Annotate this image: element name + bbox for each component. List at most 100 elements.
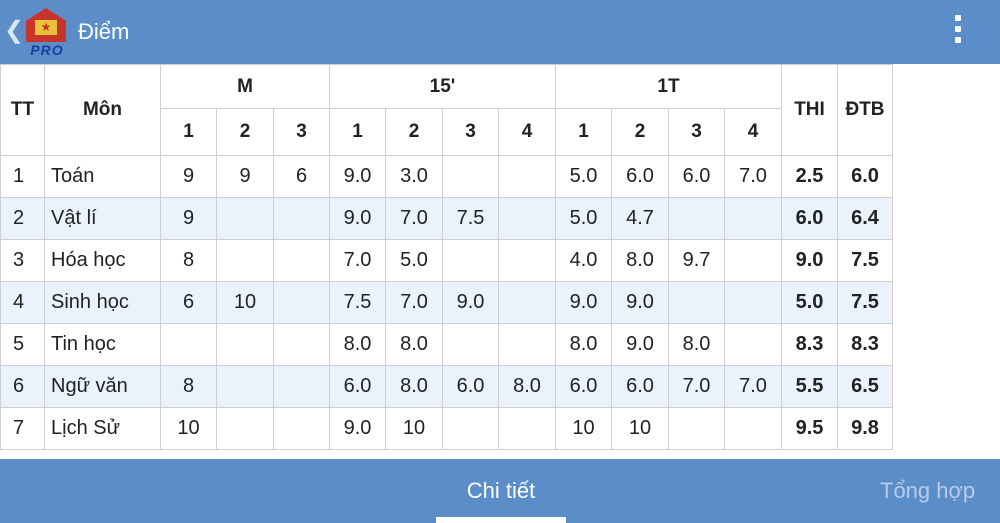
score-15-1: 6.0: [329, 365, 386, 408]
subject-name: Hóa học: [44, 239, 161, 282]
score-thi: 5.5: [781, 365, 838, 408]
score-1t-4: [724, 239, 782, 282]
subject-name: Ngữ văn: [44, 365, 161, 408]
row-index: 1: [0, 155, 45, 198]
score-dtb: 9.8: [837, 407, 893, 450]
score-15-1: 9.0: [329, 155, 386, 198]
score-1t-2: 6.0: [611, 365, 669, 408]
score-1t-3: 9.7: [668, 239, 725, 282]
score-dtb: 7.5: [837, 281, 893, 324]
score-15-2: 7.0: [385, 197, 443, 240]
menu-dot: [955, 37, 961, 43]
subheader-15-2: 2: [385, 108, 443, 156]
score-m-1: 8: [160, 365, 217, 408]
score-1t-4: 7.0: [724, 155, 782, 198]
bottom-tab-bar: Chi tiết Tổng hợp: [0, 459, 1000, 523]
score-15-2: 8.0: [385, 323, 443, 366]
score-1t-3: [668, 197, 725, 240]
score-15-4: [498, 407, 556, 450]
score-15-4: 8.0: [498, 365, 556, 408]
score-15-4: [498, 281, 556, 324]
score-15-2: 7.0: [385, 281, 443, 324]
score-m-1: 9: [160, 155, 217, 198]
score-m-2: [216, 407, 274, 450]
row-index: 4: [0, 281, 45, 324]
score-m-3: [273, 239, 330, 282]
score-thi: 2.5: [781, 155, 838, 198]
row-index: 6: [0, 365, 45, 408]
score-15-3: 6.0: [442, 365, 499, 408]
score-m-3: [273, 281, 330, 324]
score-15-1: 9.0: [329, 197, 386, 240]
score-m-1: 6: [160, 281, 217, 324]
subheader-m-2: 2: [216, 108, 274, 156]
subheader-1t-1: 1: [555, 108, 612, 156]
score-m-2: [216, 239, 274, 282]
score-m-3: [273, 323, 330, 366]
score-15-4: [498, 197, 556, 240]
subheader-1t-2: 2: [611, 108, 669, 156]
score-15-4: [498, 239, 556, 282]
score-15-2: 8.0: [385, 365, 443, 408]
score-dtb: 6.4: [837, 197, 893, 240]
logo-text: PRO: [30, 42, 64, 58]
subject-name: Toán: [44, 155, 161, 198]
score-1t-3: 6.0: [668, 155, 725, 198]
score-m-1: 8: [160, 239, 217, 282]
score-thi: 9.0: [781, 239, 838, 282]
score-1t-1: 8.0: [555, 323, 612, 366]
row-index: 5: [0, 323, 45, 366]
score-1t-1: 9.0: [555, 281, 612, 324]
score-1t-2: 9.0: [611, 323, 669, 366]
tab-indicator: [436, 517, 566, 523]
score-1t-3: [668, 407, 725, 450]
score-thi: 5.0: [781, 281, 838, 324]
overflow-menu-icon[interactable]: [953, 15, 963, 49]
score-15-1: 8.0: [329, 323, 386, 366]
subheader-m-1: 1: [160, 108, 217, 156]
score-1t-2: 10: [611, 407, 669, 450]
app-bar: ❮ ★ PRO Điểm: [0, 0, 1000, 64]
subheader-1t-3: 3: [668, 108, 725, 156]
table-row: 7 Lịch Sử 10 9.0 10 10 10 9.5 9.8: [0, 407, 893, 450]
score-1t-2: 4.7: [611, 197, 669, 240]
tab-summary[interactable]: Tổng hợp: [880, 459, 1000, 523]
score-m-3: [273, 365, 330, 408]
score-m-2: [216, 197, 274, 240]
score-m-1: 10: [160, 407, 217, 450]
score-15-3: 7.5: [442, 197, 499, 240]
score-m-3: [273, 197, 330, 240]
header-m: M: [160, 64, 330, 109]
score-m-3: [273, 407, 330, 450]
score-15-1: 7.0: [329, 239, 386, 282]
score-m-1: 9: [160, 197, 217, 240]
tab-detail[interactable]: Chi tiết: [436, 459, 566, 523]
score-dtb: 8.3: [837, 323, 893, 366]
subject-name: Lịch Sử: [44, 407, 161, 450]
score-m-2: 9: [216, 155, 274, 198]
score-1t-4: [724, 197, 782, 240]
page-title: Điểm: [78, 19, 130, 44]
score-m-2: [216, 365, 274, 408]
subject-name: Tin học: [44, 323, 161, 366]
table-row: 2 Vật lí 9 9.0 7.0 7.5 5.0 4.7 6.0 6.4: [0, 197, 893, 240]
score-1t-4: [724, 281, 782, 324]
grades-table: TT Môn M 15' 1T THI ĐTB 1 2 3 1 2 3 4 1 …: [0, 64, 893, 450]
score-15-3: [442, 407, 499, 450]
score-15-3: [442, 323, 499, 366]
subheader-1t-4: 4: [724, 108, 782, 156]
subject-name: Sinh học: [44, 281, 161, 324]
subheader-15-3: 3: [442, 108, 499, 156]
score-15-2: 10: [385, 407, 443, 450]
score-thi: 9.5: [781, 407, 838, 450]
score-1t-3: [668, 281, 725, 324]
score-15-1: 9.0: [329, 407, 386, 450]
subheader-m-3: 3: [273, 108, 330, 156]
score-1t-2: 6.0: [611, 155, 669, 198]
score-15-3: [442, 155, 499, 198]
score-dtb: 6.0: [837, 155, 893, 198]
score-thi: 6.0: [781, 197, 838, 240]
score-1t-2: 8.0: [611, 239, 669, 282]
menu-dot: [955, 26, 961, 32]
score-1t-3: 8.0: [668, 323, 725, 366]
